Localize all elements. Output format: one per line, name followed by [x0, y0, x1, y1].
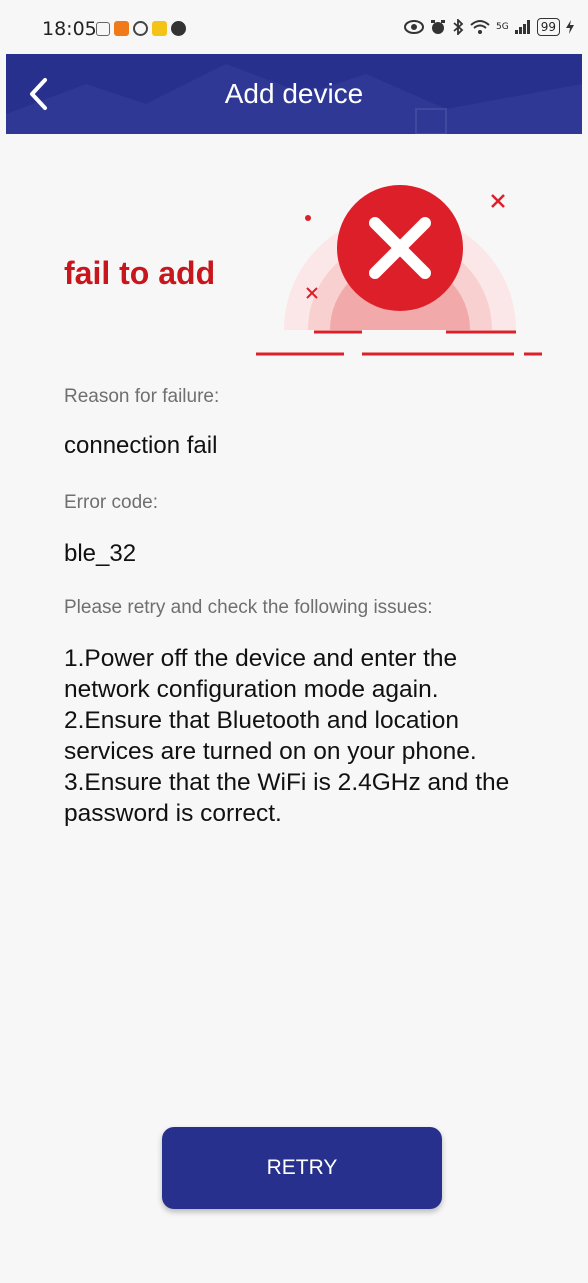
gallery-notification-icon — [96, 21, 110, 36]
page-title: Add device — [224, 78, 364, 109]
charging-icon — [566, 20, 574, 34]
signal-icon — [514, 20, 530, 34]
record-notification-icon — [133, 21, 148, 36]
retry-button[interactable]: RETRY — [162, 1127, 442, 1209]
app-notification-icon — [152, 21, 167, 36]
issue-item: 1.Power off the device and enter the net… — [64, 645, 458, 703]
issues-list: 1.Power off the device and enter the net… — [64, 643, 544, 829]
reason-value: connection fail — [64, 432, 218, 459]
wifi-icon — [470, 20, 490, 34]
result-title: fail to add — [64, 255, 216, 291]
message-notification-icon — [171, 21, 186, 36]
bluetooth-icon — [453, 19, 464, 35]
system-status-icons: 5G 99 — [404, 18, 574, 36]
app-header: Add device — [6, 54, 582, 134]
error-code-label: Error code: — [64, 492, 158, 513]
eye-icon — [404, 20, 425, 34]
network-type-label: 5G — [496, 22, 509, 32]
error-code-value: ble_32 — [64, 540, 137, 567]
error-illustration — [250, 185, 550, 370]
notification-icons — [96, 21, 186, 36]
status-bar: 18:05 5G 99 — [0, 0, 588, 54]
reason-label: Reason for failure: — [64, 386, 220, 407]
alarm-icon — [431, 20, 446, 34]
battery-indicator: 99 — [536, 18, 560, 36]
issues-intro: Please retry and check the following iss… — [64, 597, 433, 618]
status-time: 18:05 — [42, 18, 97, 40]
play-notification-icon — [114, 21, 129, 36]
issue-item: 3.Ensure that the WiFi is 2.4GHz and the… — [64, 769, 510, 827]
issue-item: 2.Ensure that Bluetooth and location ser… — [64, 707, 477, 765]
